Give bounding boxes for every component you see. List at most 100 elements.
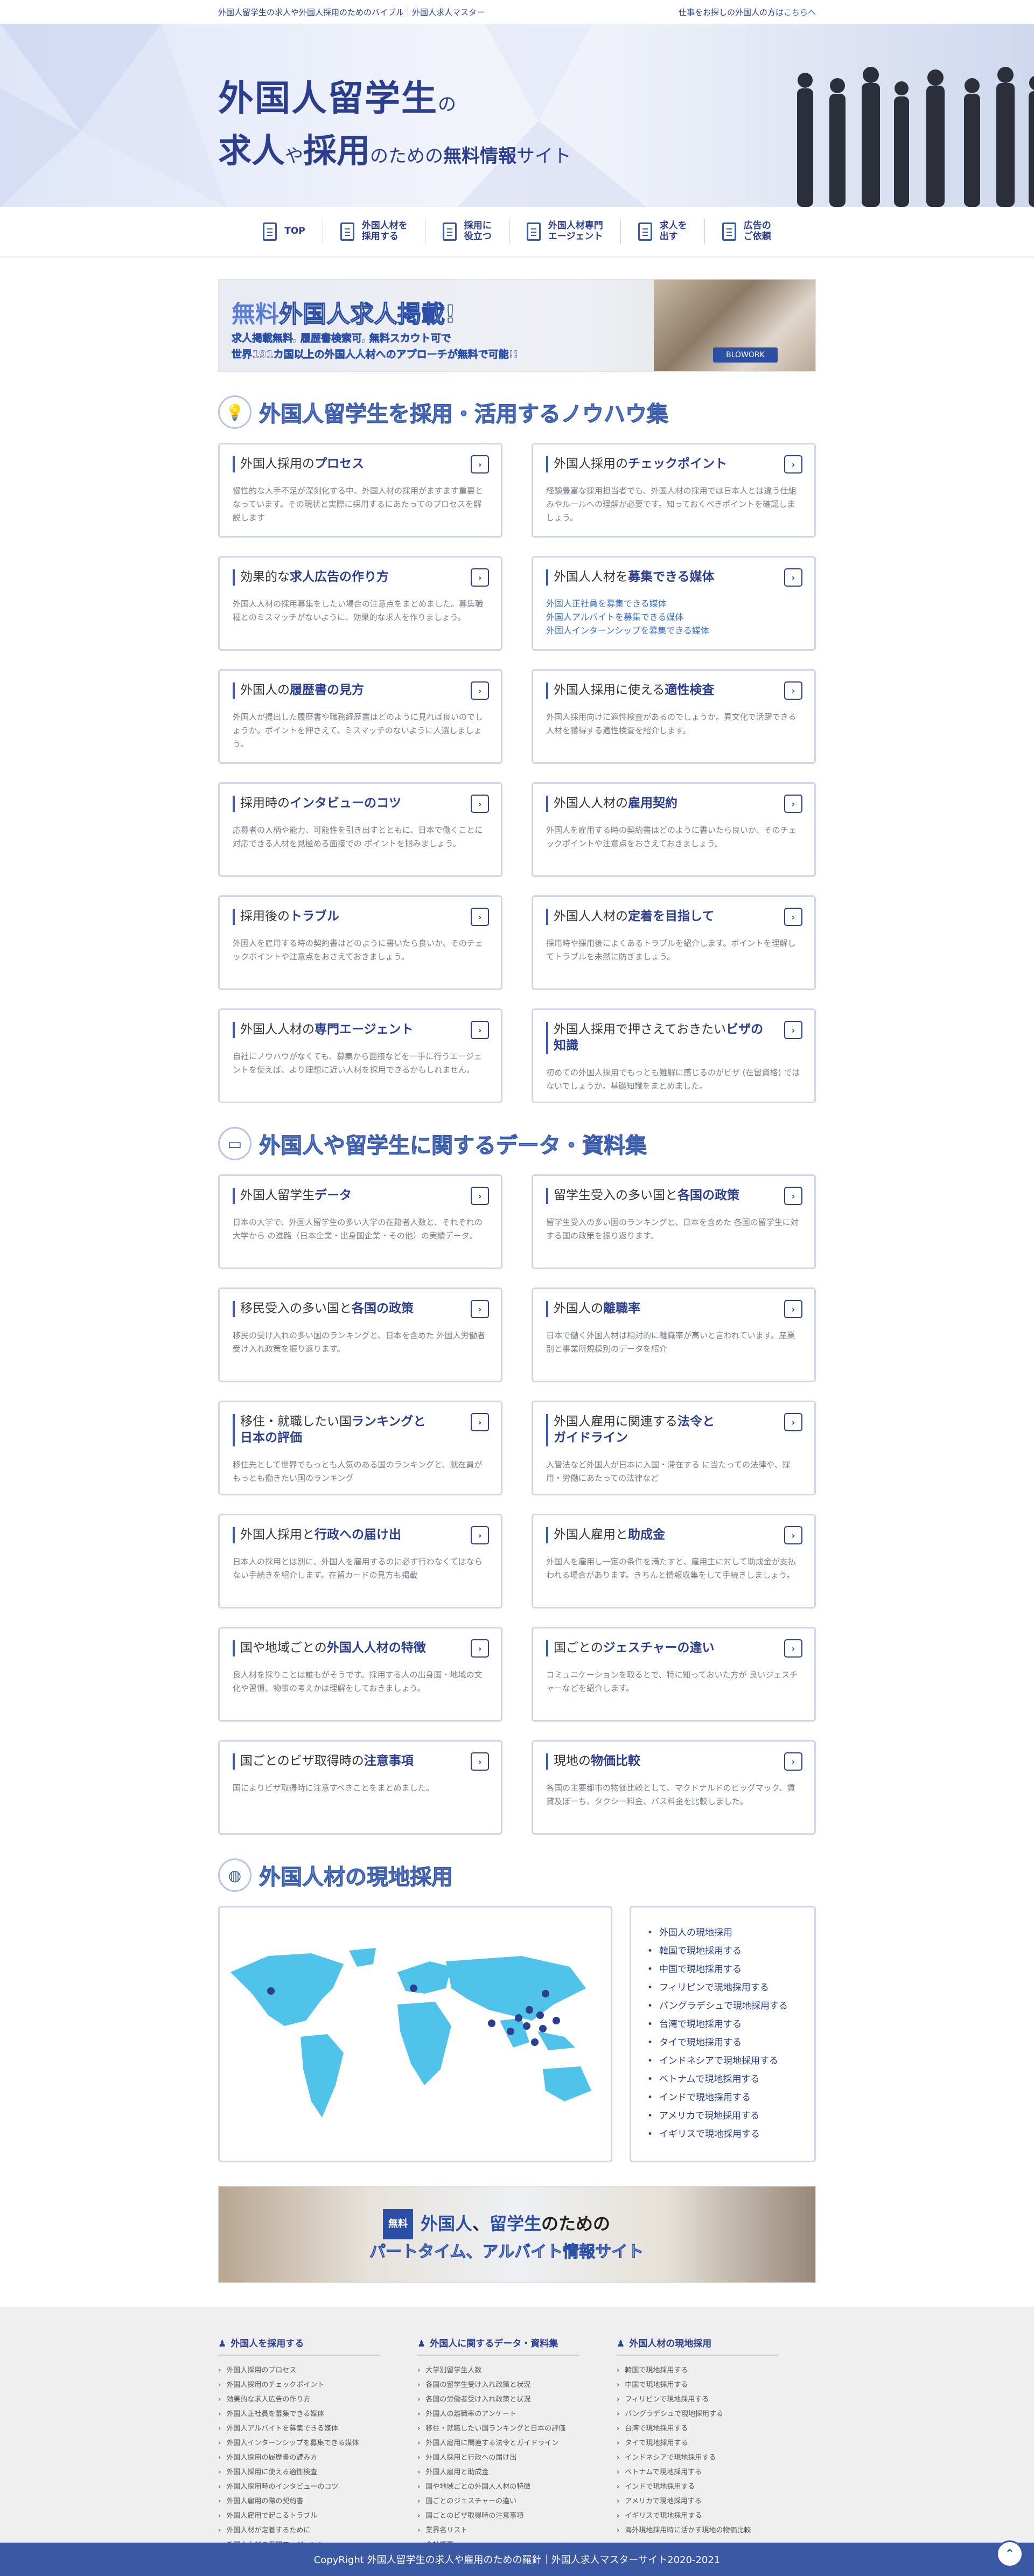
nav-hire-foreigners[interactable]: 外国人材を 採用する: [323, 219, 425, 244]
footer-link[interactable]: 外国人採用に使える適性検査: [218, 2465, 417, 2480]
footer-link[interactable]: 外国人採用の履歴書の読み方: [218, 2450, 417, 2465]
chevron-right-icon[interactable]: ›: [784, 1187, 802, 1205]
footer-link[interactable]: 外国人採用と行政への届け出: [417, 2450, 617, 2465]
media-link[interactable]: 外国人正社員を募集できる媒体: [546, 597, 802, 611]
chevron-right-icon[interactable]: ›: [471, 908, 489, 926]
chevron-right-icon[interactable]: ›: [784, 908, 802, 926]
footer-link[interactable]: ベトナムで現地採用する: [617, 2465, 816, 2480]
info-card[interactable]: 外国人留学生データ › 日本の大学で、外国人留学生の多い大学の在籍者人数と、それぞれ…: [218, 1174, 502, 1269]
info-card[interactable]: 外国人採用のチェックポイント › 経験豊富な採用担当者でも、外国人材の採用では日本人…: [532, 443, 816, 538]
chevron-right-icon[interactable]: ›: [784, 1526, 802, 1544]
chevron-right-icon[interactable]: ›: [471, 1526, 489, 1544]
footer-link[interactable]: 外国人雇用に関連する法令とガイドライン: [417, 2436, 617, 2450]
info-card[interactable]: 採用時のインタビューのコツ › 応募者の人柄や能力、可能性を引き出すとともに、日本で…: [218, 782, 502, 877]
footer-link[interactable]: 国や地域ごとの外国人人材の特徴: [417, 2480, 617, 2494]
footer-link[interactable]: 海外現地採用時に活かす現地の物価比較: [617, 2523, 816, 2538]
info-card[interactable]: 外国人雇用と助成金 › 外国人を雇用し一定の条件を満たすと、雇用主に対して助成金が支…: [532, 1514, 816, 1609]
footer-link[interactable]: 中国で現地採用する: [617, 2378, 816, 2392]
footer-link[interactable]: 外国人採用のプロセス: [218, 2363, 417, 2378]
footer-link[interactable]: インドで現地採用する: [617, 2480, 816, 2494]
nav-agents[interactable]: 外国人材専門 エージェント: [509, 219, 621, 244]
footer-link[interactable]: インドネシアで現地採用する: [617, 2450, 816, 2465]
footer-link[interactable]: タイで現地採用する: [617, 2436, 816, 2450]
country-link[interactable]: インドで現地採用する: [647, 2088, 798, 2107]
media-link[interactable]: 外国人インターンシップを募集できる媒体: [546, 624, 802, 638]
nav-useful-for-hiring[interactable]: 採用に 役立つ: [425, 219, 509, 244]
footer-link[interactable]: 外国人正社員を募集できる媒体: [218, 2407, 417, 2421]
country-link[interactable]: アメリカで現地採用する: [647, 2107, 798, 2125]
nav-ad-request[interactable]: 広告の ご依頼: [705, 219, 788, 244]
info-card[interactable]: 国ごとのビザ取得時の注意事項 › 国によりビザ取得時に注意すべきことをまとめました。: [218, 1740, 502, 1835]
footer-link[interactable]: 大学別留学生人数: [417, 2363, 617, 2378]
footer-link[interactable]: 効果的な求人広告の作り方: [218, 2392, 417, 2407]
info-card[interactable]: 外国人採用と行政への届け出 › 日本人の採用とは別に、外国人を雇用するのに必ず行わな…: [218, 1514, 502, 1609]
footer-link[interactable]: 業界名リスト: [417, 2523, 617, 2538]
info-card[interactable]: 採用後のトラブル › 外国人を雇用する時の契約書はどのように書いたら良いか、そのチェ…: [218, 895, 502, 990]
chevron-right-icon[interactable]: ›: [784, 1021, 802, 1039]
info-card[interactable]: 移住・就職したい国ランキングと 日本の評価 › 移住先として世界でもっとも人気のある…: [218, 1401, 502, 1495]
country-link[interactable]: 台湾で現地採用する: [647, 2015, 798, 2034]
info-card[interactable]: 留学生受入の多い国と各国の政策 › 留学生受入の多い国のランキングと、日本を含めた …: [532, 1174, 816, 1269]
media-link[interactable]: 外国人アルバイトを募集できる媒体: [546, 611, 802, 624]
chevron-right-icon[interactable]: ›: [471, 1300, 489, 1318]
chevron-right-icon[interactable]: ›: [471, 1639, 489, 1658]
footer-link[interactable]: 移住・就職したい国ランキングと日本の評価: [417, 2421, 617, 2436]
info-card[interactable]: 国や地域ごとの外国人人材の特徴 › 良人材を採りことは誰もがそうです。採用する人の出…: [218, 1627, 502, 1722]
country-link[interactable]: フィリピンで現地採用する: [647, 1979, 798, 1997]
chevron-right-icon[interactable]: ›: [784, 681, 802, 700]
info-card[interactable]: 外国人採用に使える適性検査 › 外国人採用向けに適性検査があるのでしょうか。異文化で…: [532, 669, 816, 764]
chevron-right-icon[interactable]: ›: [784, 455, 802, 474]
footer-link[interactable]: 外国人採用時のインタビューのコツ: [218, 2480, 417, 2494]
info-card[interactable]: 外国人の離職率 › 日本で働く外国人材は相対的に離職率が高いと言われています。産業別…: [532, 1287, 816, 1382]
chevron-right-icon[interactable]: ›: [471, 1413, 489, 1431]
info-card[interactable]: 外国人採用で押さえておきたいビザの知識 › 初めての外国人採用でもっとも難解に感じる…: [532, 1008, 816, 1103]
footer-link[interactable]: 外国人雇用で起こるトラブル: [218, 2509, 417, 2523]
footer-link[interactable]: 各国の労働者受け入れ政策と状況: [417, 2392, 617, 2407]
job-seeker-link[interactable]: 仕事をお探しの外国人の方はこちらへ: [679, 6, 816, 18]
back-to-top-button[interactable]: ⌃: [996, 2540, 1023, 2567]
info-card[interactable]: 外国人人材の雇用契約 › 外国人を雇用する時の契約書はどのように書いたら良いか、その…: [532, 782, 816, 877]
chevron-right-icon[interactable]: ›: [471, 1021, 489, 1039]
footer-link[interactable]: 外国人アルバイトを募集できる媒体: [218, 2421, 417, 2436]
country-link[interactable]: イギリスで現地採用する: [647, 2125, 798, 2143]
chevron-right-icon[interactable]: ›: [784, 1413, 802, 1431]
info-card[interactable]: 外国人採用のプロセス › 慢性的な人手不足が深刻化する中、外国人材の採用がますます重…: [218, 443, 502, 538]
info-card[interactable]: 外国人人材の定着を目指して › 採用時や採用後によくあるトラブルを紹介します。ポイン…: [532, 895, 816, 990]
info-card[interactable]: 移民受入の多い国と各国の政策 › 移民の受け入れの多い国のランキングと、日本を含めた…: [218, 1287, 502, 1382]
footer-link[interactable]: 台湾で現地採用する: [617, 2421, 816, 2436]
chevron-right-icon[interactable]: ›: [784, 568, 802, 587]
info-card[interactable]: 外国人人材の専門エージェント › 自社にノウハウがなくても、募集から面接などを一手に…: [218, 1008, 502, 1103]
chevron-right-icon[interactable]: ›: [471, 1187, 489, 1205]
chevron-right-icon[interactable]: ›: [471, 681, 489, 700]
chevron-right-icon[interactable]: ›: [471, 455, 489, 474]
footer-link[interactable]: 外国人材が定着するために: [218, 2523, 417, 2538]
footer-link[interactable]: 各国の留学生受け入れ政策と状況: [417, 2378, 617, 2392]
info-card[interactable]: 現地の物価比較 › 各国の主要都市の物価比較として、マクドナルドのビッグマック、賃貸…: [532, 1740, 816, 1835]
footer-link[interactable]: 韓国で現地採用する: [617, 2363, 816, 2378]
info-card[interactable]: 外国人の履歴書の見方 › 外国人が提出した履歴書や職務経歴書はどのように見れば良いの…: [218, 669, 502, 764]
footer-link[interactable]: 外国人の離職率のアンケート: [417, 2407, 617, 2421]
chevron-right-icon[interactable]: ›: [471, 568, 489, 587]
footer-link[interactable]: 外国人雇用と助成金: [417, 2465, 617, 2480]
country-link[interactable]: 韓国で現地採用する: [647, 1942, 798, 1960]
chevron-right-icon[interactable]: ›: [784, 1639, 802, 1658]
footer-link[interactable]: 国ごとのビザ取得時の注意事項: [417, 2509, 617, 2523]
nav-top[interactable]: TOP: [246, 219, 323, 244]
part-time-site-banner[interactable]: 無料 外国人、留学生のための パートタイム、アルバイト情報サイト: [218, 2186, 816, 2283]
footer-link[interactable]: 外国人インターンシップを募集できる媒体: [218, 2436, 417, 2450]
chevron-right-icon[interactable]: ›: [471, 1752, 489, 1771]
info-card[interactable]: 外国人雇用に関連する法令と ガイドライン › 入管法など外国人が日本に入国・滞在する…: [532, 1401, 816, 1495]
footer-link[interactable]: 外国人採用のチェックポイント: [218, 2378, 417, 2392]
info-card[interactable]: 外国人人材を募集できる媒体 › 外国人正社員を募集できる媒体 外国人アルバイトを募集で…: [532, 556, 816, 651]
footer-link[interactable]: 国ごとのジェスチャーの違い: [417, 2494, 617, 2509]
footer-link[interactable]: 外国人雇用の際の契約書: [218, 2494, 417, 2509]
country-link[interactable]: 中国で現地採用する: [647, 1960, 798, 1979]
footer-link[interactable]: アメリカで現地採用する: [617, 2494, 816, 2509]
country-link[interactable]: タイで現地採用する: [647, 2034, 798, 2052]
info-card[interactable]: 効果的な求人広告の作り方 › 外国人人材の採用募集をしたい場合の注意点をまとめました…: [218, 556, 502, 651]
nav-post-job[interactable]: 求人を 出す: [621, 219, 705, 244]
footer-link[interactable]: イギリスで現地採用する: [617, 2509, 816, 2523]
country-link[interactable]: 外国人の現地採用: [647, 1924, 798, 1942]
country-link[interactable]: インドネシアで現地採用する: [647, 2052, 798, 2070]
chevron-right-icon[interactable]: ›: [784, 1752, 802, 1771]
